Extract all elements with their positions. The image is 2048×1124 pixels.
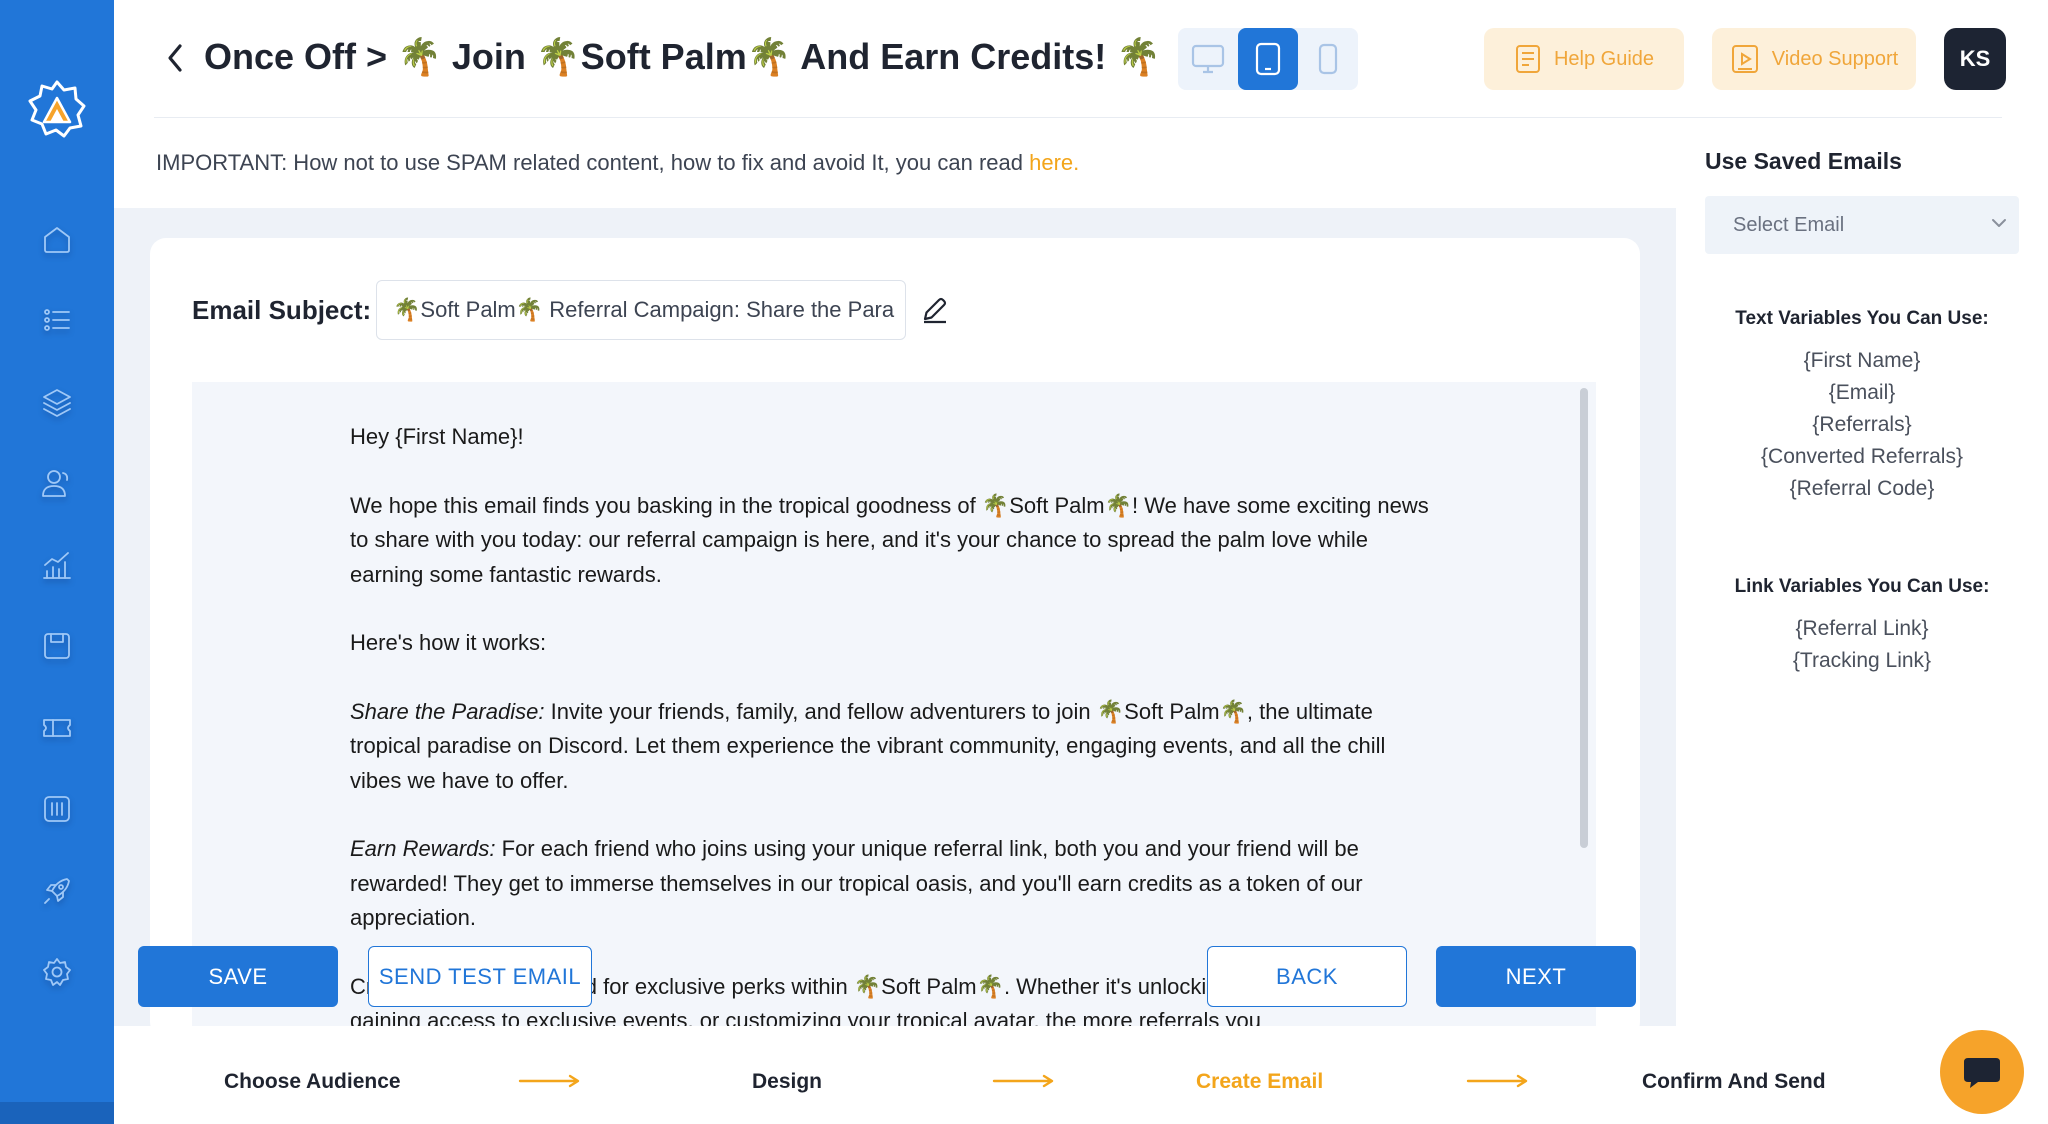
email-body-content: Hey {First Name}! We hope this email fin… xyxy=(350,420,1440,1026)
next-button[interactable]: NEXT xyxy=(1436,946,1636,1007)
link-variable-item: {Referral Link} xyxy=(1795,617,1929,640)
back-arrow-button[interactable] xyxy=(162,40,188,76)
link-variable-item: {Tracking Link} xyxy=(1792,649,1932,672)
app-logo[interactable] xyxy=(26,78,88,140)
text-variable-item: {First Name} xyxy=(1803,349,1921,372)
home-icon xyxy=(44,226,70,253)
link-variables-heading: Link Variables You Can Use: xyxy=(1734,576,1990,597)
select-email-dropdown[interactable]: Select Email xyxy=(1705,196,2019,254)
desktop-preview-button[interactable] xyxy=(1178,28,1238,90)
text-variables-heading: Text Variables You Can Use: xyxy=(1735,308,1989,329)
email-body-editor[interactable]: Hey {First Name}! We hope this email fin… xyxy=(192,382,1596,1026)
video-icon xyxy=(1731,45,1758,73)
step-design: Design xyxy=(752,1070,823,1093)
sidebar-item-analytics[interactable] xyxy=(27,524,87,606)
sidebar-item-saved[interactable] xyxy=(27,606,87,688)
header: Once Off > 🌴 Join 🌴Soft Palm🌴 And Earn C… xyxy=(114,0,2048,118)
text-variable-item: {Referrals} xyxy=(1812,413,1912,436)
email-emphasis: Earn Rewards: xyxy=(350,836,496,861)
saved-emails-title: Use Saved Emails xyxy=(1705,148,1902,174)
email-emphasis: Share the Paradise: xyxy=(350,698,545,724)
sidebar-item-settings[interactable] xyxy=(27,932,87,1014)
text-variable-item: {Converted Referrals} xyxy=(1761,445,1963,468)
select-email-value: Select Email xyxy=(1733,213,1845,236)
sidebar-item-tickets[interactable] xyxy=(27,687,87,769)
mobile-icon xyxy=(1318,43,1338,75)
email-paragraph: Here's how it works: xyxy=(350,630,547,655)
video-support-button[interactable]: Video Support xyxy=(1712,28,1916,90)
chat-support-button[interactable] xyxy=(1940,1030,2024,1114)
pencil-icon xyxy=(923,297,947,324)
sidebar-item-layers[interactable] xyxy=(27,361,87,443)
sidebar-item-home[interactable] xyxy=(27,198,87,280)
step-create-email: Create Email xyxy=(1196,1070,1324,1093)
email-greeting: Hey {First Name}! xyxy=(350,424,524,449)
sidebar-footer xyxy=(0,1102,114,1124)
right-panel xyxy=(1676,118,2048,1026)
analytics-icon xyxy=(43,551,71,579)
edit-subject-button[interactable] xyxy=(920,294,950,324)
desktop-icon xyxy=(1191,44,1225,74)
settings-icon xyxy=(43,958,71,987)
spam-notice: IMPORTANT: How not to use SPAM related c… xyxy=(156,150,1079,176)
save-icon xyxy=(44,633,70,660)
list-icon xyxy=(44,309,70,332)
tablet-preview-button[interactable] xyxy=(1238,28,1298,90)
text-variable-item: {Email} xyxy=(1828,381,1896,404)
help-guide-label: Help Guide xyxy=(1553,47,1655,70)
arrow-right-icon xyxy=(518,1074,580,1088)
arrow-right-icon xyxy=(992,1074,1054,1088)
sidebar-item-reports[interactable] xyxy=(27,769,87,851)
spam-notice-link[interactable]: here. xyxy=(1029,150,1079,175)
email-paragraph-text: For each friend who joins using your uni… xyxy=(350,836,1363,930)
email-paragraph: Share the Paradise: Invite your friends,… xyxy=(350,695,1440,799)
sidebar-item-lists[interactable] xyxy=(27,280,87,362)
ticket-icon xyxy=(43,718,71,737)
step-confirm-and-send: Confirm And Send xyxy=(1642,1070,1826,1093)
chat-icon xyxy=(1964,1058,2000,1088)
back-button[interactable]: BACK xyxy=(1207,946,1407,1007)
email-subject-label: Email Subject: xyxy=(192,295,372,325)
email-paragraph: We hope this email finds you basking in … xyxy=(350,492,1429,587)
sidebar-item-launch[interactable] xyxy=(27,850,87,932)
save-button[interactable]: SAVE xyxy=(138,946,338,1007)
users-icon xyxy=(42,470,69,498)
email-paragraph: Earn Rewards: For each friend who joins … xyxy=(350,832,1440,936)
layers-icon xyxy=(43,388,71,417)
step-choose-audience: Choose Audience xyxy=(224,1070,401,1093)
chevron-down-icon xyxy=(1992,219,2006,227)
user-avatar[interactable]: KS xyxy=(1944,28,2006,90)
email-body-scrollbar[interactable] xyxy=(1580,388,1588,848)
email-subject-input[interactable]: 🌴Soft Palm🌴 Referral Campaign: Share the… xyxy=(376,280,906,340)
tablet-icon xyxy=(1255,42,1281,76)
send-test-email-button[interactable]: SEND TEST EMAIL xyxy=(368,946,592,1007)
mobile-preview-button[interactable] xyxy=(1298,28,1358,90)
arrow-right-icon xyxy=(1466,1074,1528,1088)
help-guide-button[interactable]: Help Guide xyxy=(1484,28,1684,90)
spam-notice-text: IMPORTANT: How not to use SPAM related c… xyxy=(156,150,1030,175)
chevron-left-icon xyxy=(168,44,182,72)
device-preview-toggle xyxy=(1178,28,1358,90)
document-icon xyxy=(1515,45,1540,73)
video-support-label: Video Support xyxy=(1771,47,1899,70)
reports-icon xyxy=(44,796,70,823)
sidebar xyxy=(0,0,114,1124)
page-title: Once Off > 🌴 Join 🌴Soft Palm🌴 And Earn C… xyxy=(204,36,1162,77)
progress-stepper: Choose Audience Design Create Email Conf… xyxy=(114,1026,2048,1124)
rocket-icon xyxy=(44,877,70,904)
text-variable-item: {Referral Code} xyxy=(1789,477,1935,500)
sidebar-item-users[interactable] xyxy=(27,443,87,525)
